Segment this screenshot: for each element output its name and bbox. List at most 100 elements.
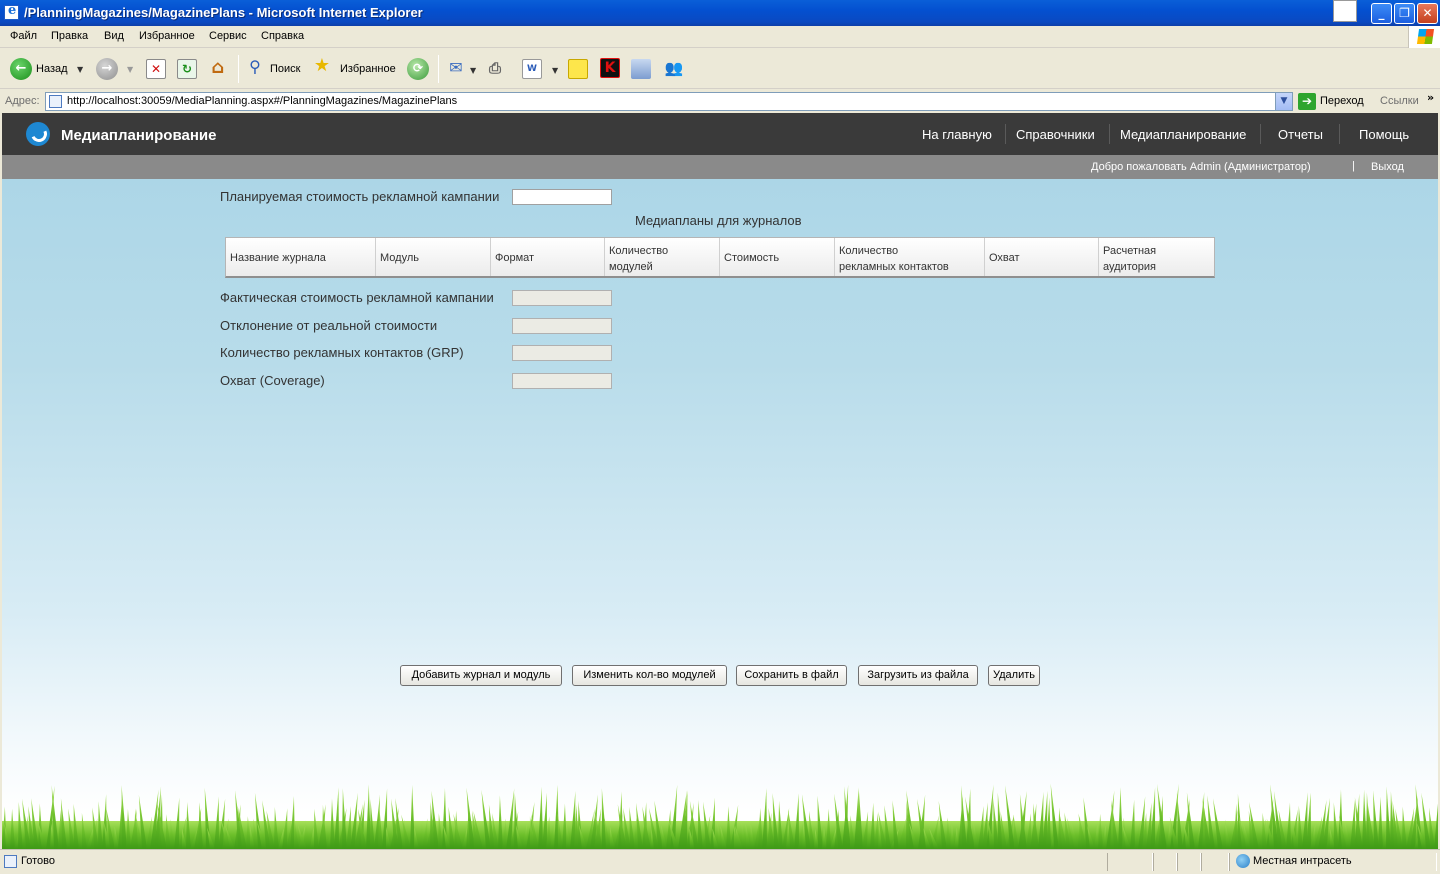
- grass-blade: [334, 787, 339, 849]
- address-url[interactable]: http://localhost:30059/MediaPlanning.asp…: [67, 95, 457, 107]
- edit-dropdown-icon[interactable]: ▼: [552, 66, 558, 75]
- menu-help[interactable]: Справка: [261, 30, 304, 42]
- grid-header-cost[interactable]: Стоимость: [720, 238, 835, 276]
- grid-header-coverage[interactable]: Охват: [985, 238, 1099, 276]
- status-text: Готово: [21, 855, 55, 867]
- menu-edit[interactable]: Правка: [51, 30, 88, 42]
- toolbar-separator: [438, 55, 439, 83]
- section-title: Медиапланы для журналов: [635, 213, 802, 228]
- menu-file[interactable]: Файл: [10, 30, 37, 42]
- back-arrow-icon: ←: [10, 58, 32, 80]
- notification-icon: [1333, 0, 1357, 22]
- research-icon[interactable]: [631, 59, 651, 79]
- address-input[interactable]: http://localhost:30059/MediaPlanning.asp…: [45, 92, 1293, 111]
- nav-separator: [1339, 124, 1340, 144]
- forward-dropdown-icon[interactable]: ▼: [127, 65, 133, 74]
- note-icon[interactable]: [568, 59, 588, 79]
- maximize-button[interactable]: ❐: [1394, 3, 1415, 24]
- page-icon: [49, 95, 62, 108]
- go-button[interactable]: Переход: [1320, 95, 1364, 107]
- site-header: Медиапланирование На главную Справочники…: [2, 113, 1438, 155]
- grid-header-magazine[interactable]: Название журнала: [226, 238, 376, 276]
- nav-directories[interactable]: Справочники: [1016, 127, 1095, 142]
- coverage-label: Охват (Coverage): [220, 373, 325, 388]
- edit-word-icon[interactable]: W: [522, 59, 542, 79]
- menu-bar: Файл Правка Вид Избранное Сервис Справка: [0, 26, 1440, 48]
- grid-header-label: Расчетная аудитория: [1103, 245, 1157, 273]
- messenger-icon[interactable]: 👥: [664, 59, 684, 79]
- intranet-zone-icon: [1236, 854, 1250, 868]
- save-to-file-button[interactable]: Сохранить в файл: [736, 665, 847, 686]
- back-button[interactable]: ← Назад ▼: [8, 57, 88, 81]
- search-button[interactable]: ⚲ Поиск: [245, 57, 305, 81]
- grid-header-format[interactable]: Формат: [491, 238, 605, 276]
- grid-header-module-count[interactable]: Количество модулей: [605, 238, 720, 276]
- load-from-file-button[interactable]: Загрузить из файла: [858, 665, 978, 686]
- go-arrow-icon[interactable]: ➔: [1298, 93, 1316, 110]
- minimize-button[interactable]: _: [1371, 3, 1392, 24]
- grass-decoration: [2, 783, 1438, 849]
- grid-header-label: Модуль: [380, 252, 419, 264]
- menu-tools[interactable]: Сервис: [209, 30, 247, 42]
- add-magazine-button[interactable]: Добавить журнал и модуль: [400, 665, 562, 686]
- web-page: Медиапланирование На главную Справочники…: [2, 113, 1438, 849]
- grass-blade: [1038, 791, 1044, 849]
- planned-cost-input[interactable]: [512, 189, 612, 205]
- nav-reports[interactable]: Отчеты: [1278, 127, 1323, 142]
- grid-header-module[interactable]: Модуль: [376, 238, 491, 276]
- nav-home[interactable]: На главную: [922, 127, 992, 142]
- actual-cost-input: [512, 290, 612, 306]
- nav-help[interactable]: Помощь: [1359, 127, 1409, 142]
- favorites-label: Избранное: [340, 63, 396, 75]
- grid-header-label: Количество рекламных контактов: [839, 245, 949, 273]
- forward-arrow-icon: →: [96, 58, 118, 80]
- close-button[interactable]: ✕: [1417, 3, 1438, 24]
- site-title: Медиапланирование: [61, 127, 217, 144]
- grid-header-label: Количество модулей: [609, 245, 669, 273]
- deviation-label: Отклонение от реальной стоимости: [220, 318, 438, 333]
- address-dropdown-icon[interactable]: ▼: [1275, 93, 1292, 110]
- status-cell: [1107, 853, 1153, 871]
- grass-blade: [342, 788, 347, 849]
- window-title: /PlanningMagazines/MagazinePlans - Micro…: [24, 5, 423, 20]
- home-icon[interactable]: ⌂: [208, 59, 228, 79]
- mail-dropdown-icon[interactable]: ▼: [470, 66, 476, 75]
- window-titlebar: /PlanningMagazines/MagazinePlans - Micro…: [0, 0, 1440, 26]
- star-icon: ★: [313, 55, 331, 76]
- nav-separator: [1260, 124, 1261, 144]
- grid-header-contacts[interactable]: Количество рекламных контактов: [835, 238, 985, 276]
- status-cell: [1153, 853, 1177, 871]
- stop-icon[interactable]: ✕: [146, 59, 166, 79]
- back-label: Назад: [36, 63, 68, 75]
- change-modules-button[interactable]: Изменить кол-во модулей: [572, 665, 727, 686]
- favorites-button[interactable]: ★ Избранное: [312, 57, 402, 81]
- site-logo-icon[interactable]: [26, 122, 50, 146]
- refresh-icon[interactable]: ↻: [177, 59, 197, 79]
- forward-button[interactable]: → ▼: [95, 57, 135, 81]
- grid-header-label: Название журнала: [230, 252, 326, 264]
- logout-link[interactable]: Выход: [1371, 161, 1404, 173]
- welcome-separator: |: [1352, 160, 1355, 172]
- links-label[interactable]: Ссылки: [1380, 95, 1419, 107]
- grass-blade: [538, 786, 543, 849]
- grass-blade: [961, 785, 967, 849]
- grid-header-label: Стоимость: [724, 252, 780, 264]
- menu-view[interactable]: Вид: [104, 30, 124, 42]
- menu-favorites[interactable]: Избранное: [139, 30, 195, 42]
- welcome-text: Добро пожаловать Admin (Администратор): [1091, 161, 1311, 173]
- grid-header-audience[interactable]: Расчетная аудитория: [1099, 238, 1214, 276]
- kaspersky-icon[interactable]: K: [600, 58, 620, 78]
- grass-blade: [1373, 790, 1379, 849]
- contacts-label: Количество рекламных контактов (GRP): [220, 345, 464, 360]
- back-dropdown-icon[interactable]: ▼: [77, 65, 83, 74]
- history-icon[interactable]: ⟳: [407, 58, 429, 80]
- print-icon[interactable]: ⎙: [485, 59, 505, 79]
- delete-button[interactable]: Удалить: [988, 665, 1040, 686]
- nav-media-planning[interactable]: Медиапланирование: [1120, 127, 1246, 142]
- address-bar: Адрес: http://localhost:30059/MediaPlann…: [0, 90, 1440, 113]
- links-more-icon[interactable]: »: [1427, 91, 1434, 104]
- mail-icon[interactable]: ✉: [446, 59, 466, 79]
- grass-blade: [542, 792, 547, 849]
- zone-text: Местная интрасеть: [1253, 855, 1352, 867]
- grass-blade: [762, 788, 767, 849]
